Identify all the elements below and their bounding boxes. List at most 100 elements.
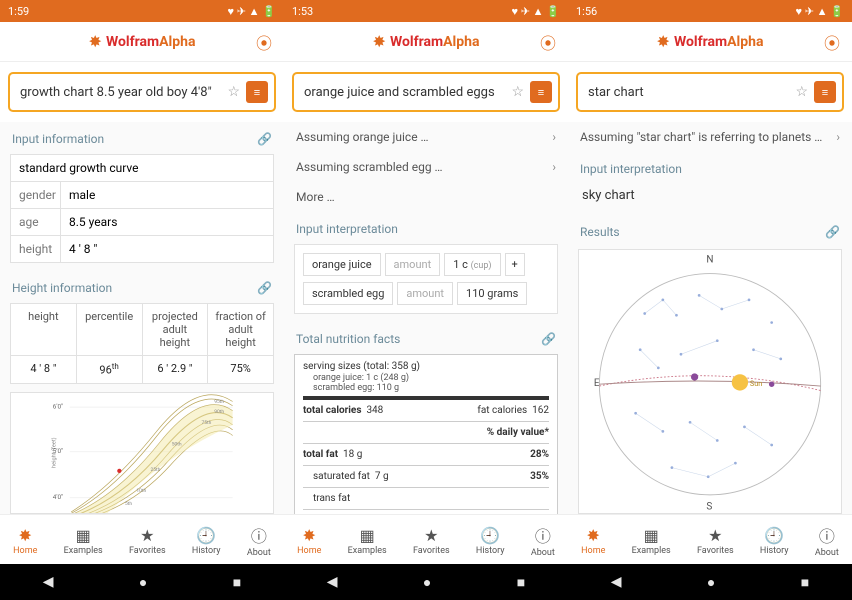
favorite-icon[interactable]: ☆ (795, 84, 808, 100)
section-interpretation: Input interpretation (284, 212, 568, 244)
share-icon[interactable]: ⦿ (824, 30, 840, 54)
link-icon[interactable]: 🔗 (257, 281, 272, 295)
content: Assuming "star chart" is referring to pl… (568, 122, 852, 514)
wolfram-logo[interactable]: ✸ WolframAlpha (89, 32, 196, 51)
spikey-icon: ✸ (373, 32, 386, 51)
bottom-nav: ✸Home ▦Examples ★Favorites 🕘History ⓘAbo… (0, 514, 284, 564)
back-button[interactable]: ◀ (327, 574, 338, 590)
nav-home[interactable]: ✸Home (13, 526, 37, 556)
home-icon: ✸ (19, 526, 32, 545)
nutrition-row: saturated fat 7 g35% (303, 469, 549, 484)
nutrition-row: total fat 18 g28% (303, 447, 549, 462)
amount-chip[interactable]: amount (385, 253, 441, 276)
search-box[interactable]: ☆ ≡ (576, 72, 844, 112)
sky-chart: N S E Sun (578, 249, 842, 514)
nav-about[interactable]: ⓘAbout (815, 523, 839, 558)
growth-chart: 6'0" 5'0" 4'0" 95th 90th 75th 50th 2 (10, 392, 274, 514)
nav-home[interactable]: ✸Home (581, 526, 605, 556)
amount-chip[interactable]: amount (397, 282, 453, 305)
nav-history[interactable]: 🕘History (192, 526, 221, 556)
nav-examples[interactable]: ▦Examples (632, 526, 671, 556)
svg-text:Sun: Sun (750, 379, 762, 388)
search-input[interactable] (588, 85, 789, 100)
screenshot-panel-3: 1:56 ♥ ✈ ▲ 🔋 ✸ WolframAlpha ⦿ ☆ ≡ Assumi… (568, 0, 852, 600)
back-button[interactable]: ◀ (43, 574, 54, 590)
share-icon[interactable]: ⦿ (256, 30, 272, 54)
home-button[interactable]: ● (707, 574, 715, 591)
recents-button[interactable]: ■ (801, 574, 809, 591)
search-wrap: ☆ ≡ (0, 62, 284, 122)
compass-s: S (706, 501, 712, 512)
svg-text:95th: 95th (214, 399, 224, 405)
nav-about[interactable]: ⓘAbout (531, 523, 555, 558)
nav-home[interactable]: ✸Home (297, 526, 321, 556)
info-icon: ⓘ (251, 523, 267, 547)
screenshot-panel-1: 1:59 ♥ ✈ ▲ 🔋 ✸ WolframAlpha ⦿ ☆ ≡ Input … (0, 0, 284, 600)
content: Assuming orange juice …› Assuming scramb… (284, 122, 568, 514)
search-input[interactable] (304, 85, 505, 100)
search-box[interactable]: ☆ ≡ (292, 72, 560, 112)
add-button[interactable]: + (505, 253, 525, 276)
food-chip[interactable]: scrambled egg (303, 282, 393, 305)
nav-favorites[interactable]: ★Favorites (697, 526, 734, 556)
svg-text:4'0": 4'0" (53, 493, 63, 501)
nav-examples[interactable]: ▦Examples (64, 526, 103, 556)
screenshot-panel-2: 1:53 ♥ ✈ ▲ 🔋 ✸ WolframAlpha ⦿ ☆ ≡ Assumi… (284, 0, 568, 600)
nav-favorites[interactable]: ★Favorites (129, 526, 166, 556)
nav-examples[interactable]: ▦Examples (348, 526, 387, 556)
search-input[interactable] (20, 85, 221, 100)
submit-button[interactable]: ≡ (246, 81, 268, 103)
qty-chip[interactable]: 1 c (cup) (444, 253, 500, 276)
search-box[interactable]: ☆ ≡ (8, 72, 276, 112)
bottom-nav: ✸Home ▦Examples ★Favorites 🕘History ⓘAbo… (568, 514, 852, 564)
grid-icon: ▦ (76, 526, 91, 545)
svg-text:50th: 50th (172, 441, 182, 447)
nav-favorites[interactable]: ★Favorites (413, 526, 450, 556)
interpretation-value: sky chart (568, 184, 852, 215)
input-table: standard growth curve gendermale age8.5 … (10, 154, 274, 263)
svg-text:90th: 90th (214, 408, 224, 414)
recents-button[interactable]: ■ (517, 574, 525, 591)
nav-history[interactable]: 🕘History (760, 526, 789, 556)
recents-button[interactable]: ■ (233, 574, 241, 591)
status-icons: ♥ ✈ ▲ 🔋 (795, 5, 844, 18)
home-button[interactable]: ● (423, 574, 431, 591)
link-icon[interactable]: 🔗 (825, 225, 840, 239)
back-button[interactable]: ◀ (611, 574, 622, 590)
section-interpretation: Input interpretation (568, 152, 852, 184)
content: Input information 🔗 standard growth curv… (0, 122, 284, 514)
favorite-icon[interactable]: ☆ (227, 84, 240, 100)
status-bar: 1:56 ♥ ✈ ▲ 🔋 (568, 0, 852, 22)
search-wrap: ☆ ≡ (568, 62, 852, 122)
favorite-icon[interactable]: ☆ (511, 84, 524, 100)
home-button[interactable]: ● (139, 574, 147, 591)
clock: 1:53 (292, 5, 313, 18)
link-icon[interactable]: 🔗 (541, 332, 556, 346)
food-chip[interactable]: orange juice (303, 253, 381, 276)
wolfram-logo[interactable]: ✸ WolframAlpha (657, 32, 764, 51)
section-results: Results 🔗 (568, 215, 852, 247)
submit-button[interactable]: ≡ (530, 81, 552, 103)
qty-chip[interactable]: 110 grams (457, 282, 527, 305)
assumption-row[interactable]: Assuming scrambled egg …› (284, 152, 568, 182)
interpretation-box: orange juice amount 1 c (cup) + scramble… (294, 244, 558, 314)
star-icon: ★ (140, 526, 154, 545)
wolfram-logo[interactable]: ✸ WolframAlpha (373, 32, 480, 51)
height-table: height percentile projected adult height… (10, 303, 274, 384)
link-icon[interactable]: 🔗 (257, 132, 272, 146)
section-nutrition: Total nutrition facts 🔗 (284, 322, 568, 354)
clock: 1:59 (8, 5, 29, 18)
share-icon[interactable]: ⦿ (540, 30, 556, 54)
submit-button[interactable]: ≡ (814, 81, 836, 103)
assumption-row[interactable]: Assuming "star chart" is referring to pl… (568, 122, 852, 152)
status-icons: ♥ ✈ ▲ 🔋 (511, 5, 560, 18)
assumption-row[interactable]: Assuming orange juice …› (284, 122, 568, 152)
chevron-right-icon: › (552, 130, 556, 144)
more-link[interactable]: More … (284, 182, 568, 212)
section-height-info: Height information 🔗 (0, 271, 284, 303)
nav-about[interactable]: ⓘAbout (247, 523, 271, 558)
svg-text:10th: 10th (136, 488, 146, 494)
nav-history[interactable]: 🕘History (476, 526, 505, 556)
bottom-nav: ✸Home ▦Examples ★Favorites 🕘History ⓘAbo… (284, 514, 568, 564)
status-bar: 1:59 ♥ ✈ ▲ 🔋 (0, 0, 284, 22)
